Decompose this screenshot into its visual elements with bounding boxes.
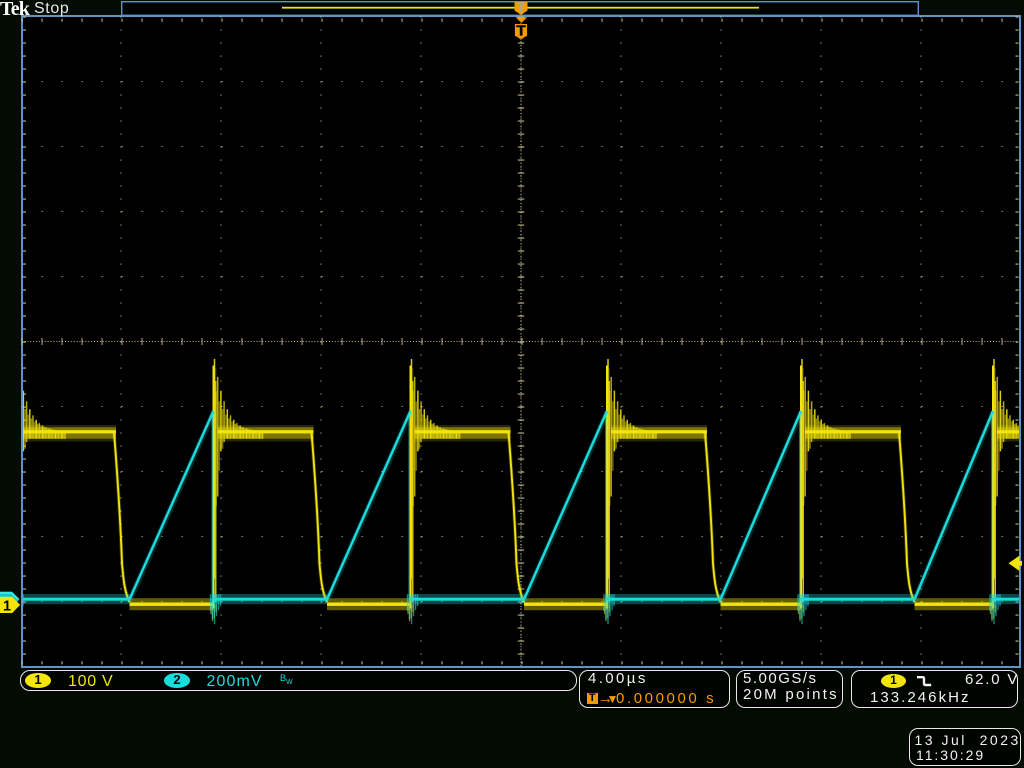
svg-text:1: 1 [3,599,11,615]
